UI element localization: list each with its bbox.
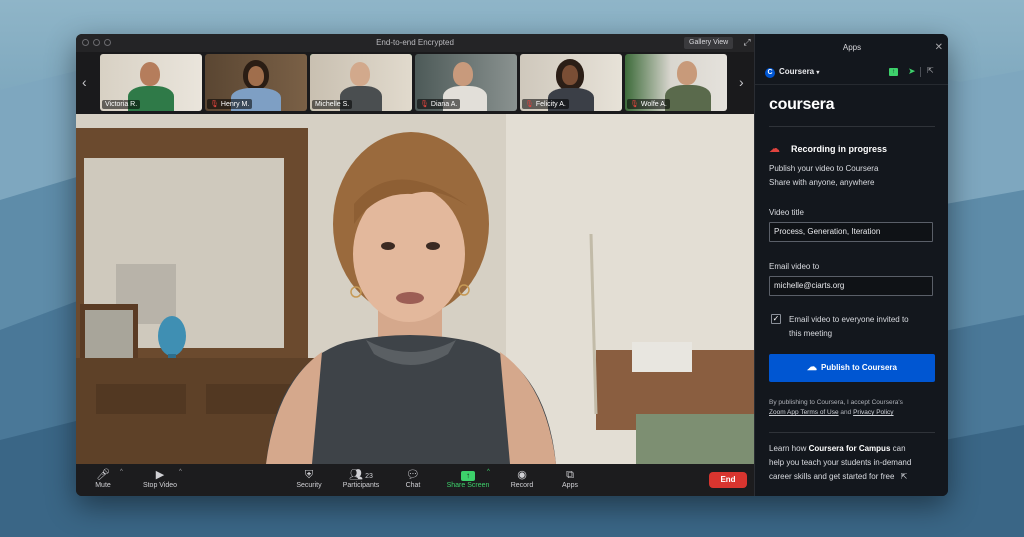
app-selector[interactable]: Coursera ▾ [779,67,819,76]
fullscreen-icon[interactable]: ⤢ [742,37,752,47]
speaker-video-frame [76,114,754,464]
strip-next-arrow-icon[interactable]: › [739,74,744,90]
record-icon: ◉ [517,469,527,481]
participant-tile-victoria[interactable]: Victoria R. [100,54,202,111]
app-switcher-bar: C Coursera ▾ ↑ ➤ ⇱ [755,62,948,85]
zoom-window: End-to-end Encrypted Gallery View ⤢ ‹ › … [76,34,948,496]
stop-video-button[interactable]: ▶︎ Stop Video [138,468,182,489]
share-options-chevron-icon[interactable]: ^ [487,469,490,475]
strip-prev-arrow-icon[interactable]: ‹ [82,74,87,90]
security-button[interactable]: ⛨ Security [292,468,326,489]
divider [769,126,935,127]
participant-name-label: 🎙 Felicity A. [522,99,569,109]
zoom-window-button[interactable] [104,39,111,46]
participants-button[interactable]: 👥︎ 23 Participants [338,468,384,489]
cloud-recording-icon: ☁ [769,143,780,155]
end-meeting-button[interactable]: End [709,472,747,488]
video-title-label: Video title [769,208,804,217]
muted-mic-icon: 🎙 [420,101,429,108]
mute-button[interactable]: 🎤︎ Mute [90,468,116,489]
gallery-view-button[interactable]: Gallery View [684,37,734,49]
promo-line3: career skills and get started for free ⇱ [769,472,908,481]
muted-mic-icon: 🎙 [525,101,534,108]
email-input[interactable] [769,276,933,296]
participant-name-label: 🎙 Henry M. [207,99,253,109]
recording-description-line2: Share with anyone, anywhere [769,178,875,187]
recording-description-line1: Publish your video to Coursera [769,164,879,173]
send-icon[interactable]: ➤ [908,66,916,77]
email-everyone-checkbox[interactable]: ✓ [771,314,781,324]
participants-count: 23 [365,473,373,480]
recording-status-title: Recording in progress [791,144,888,154]
mute-options-chevron-icon[interactable]: ^ [120,469,123,475]
close-icon[interactable]: ✕ [935,34,943,62]
participant-tile-henry[interactable]: 🎙 Henry M. [205,54,307,111]
video-options-chevron-icon[interactable]: ^ [179,469,182,475]
coursera-logo: coursera [769,96,835,113]
record-button[interactable]: ◉ Record [508,468,536,489]
participant-name-label: 🎙 Wolfe A. [627,99,670,109]
apps-button[interactable]: ⧉ Apps [558,468,582,489]
participants-icon: 👥︎ 23 [349,469,373,481]
main-speaker-video [76,114,754,464]
privacy-policy-link[interactable]: Privacy Policy [853,409,893,416]
email-label: Email video to [769,262,820,271]
participant-tile-felicity[interactable]: 🎙 Felicity A. [520,54,622,111]
terms-line1: By publishing to Coursera, I accept Cour… [769,399,903,406]
chat-bubble-icon: 💬︎ [406,469,420,481]
video-title-input[interactable] [769,222,933,242]
checkbox-label-line2: this meeting [789,329,833,338]
microphone-icon: 🎤︎ [96,469,110,481]
panel-title: Apps [842,43,862,52]
muted-mic-icon: 🎙 [210,101,219,108]
terms-line2: Zoom App Terms of Use and Privacy Policy [769,409,894,416]
apps-icon: ⧉ [566,469,574,481]
apps-panel: Apps ✕ C Coursera ▾ ↑ ➤ ⇱ coursera ☁ Rec… [754,34,948,496]
share-app-icon[interactable]: ↑ [889,68,898,76]
window-title: End-to-end Encrypted [376,38,454,47]
participant-name-label: 🎙 Diana A. [417,99,461,109]
publish-to-coursera-button[interactable]: ☁ Publish to Coursera [769,354,935,382]
external-link-icon[interactable]: ⇱ [901,472,908,481]
meeting-toolbar: 🎤︎ Mute ^ ▶︎ Stop Video ^ ⛨ Security 👥︎ 2… [76,464,754,496]
promo-line2: help you teach your students in-demand [769,458,912,467]
participant-strip: ‹ › Victoria R. 🎙 Henry M. Michelle S. 🎙 D [76,52,754,114]
coursera-for-campus-text: Coursera for Campus [808,444,891,453]
open-external-icon[interactable]: ⇱ [927,66,934,75]
promo-line1: Learn how Coursera for Campus can [769,444,906,453]
divider-icon [920,67,921,77]
participant-tile-wolfe[interactable]: 🎙 Wolfe A. [625,54,727,111]
title-bar: End-to-end Encrypted Gallery View ⤢ [76,34,754,52]
shield-icon: ⛨ [304,469,314,481]
coursera-app-icon: C [765,68,775,78]
participant-tile-diana[interactable]: 🎙 Diana A. [415,54,517,111]
divider [769,432,935,433]
checkbox-label-line1: Email video to everyone invited to [789,315,909,324]
panel-header: Apps ✕ [755,34,948,62]
close-window-button[interactable] [82,39,89,46]
zoom-app-terms-link[interactable]: Zoom App Terms of Use [769,409,839,416]
chevron-down-icon: ▾ [816,70,820,76]
video-camera-icon: ▶︎ [155,469,165,481]
participant-tile-michelle[interactable]: Michelle S. [310,54,412,111]
minimize-window-button[interactable] [93,39,100,46]
participant-name-label: Michelle S. [312,100,353,109]
participant-name-label: Victoria R. [102,100,141,109]
chat-button[interactable]: 💬︎ Chat [402,468,424,489]
muted-mic-icon: 🎙 [630,101,639,108]
upload-cloud-icon: ☁ [806,362,817,373]
